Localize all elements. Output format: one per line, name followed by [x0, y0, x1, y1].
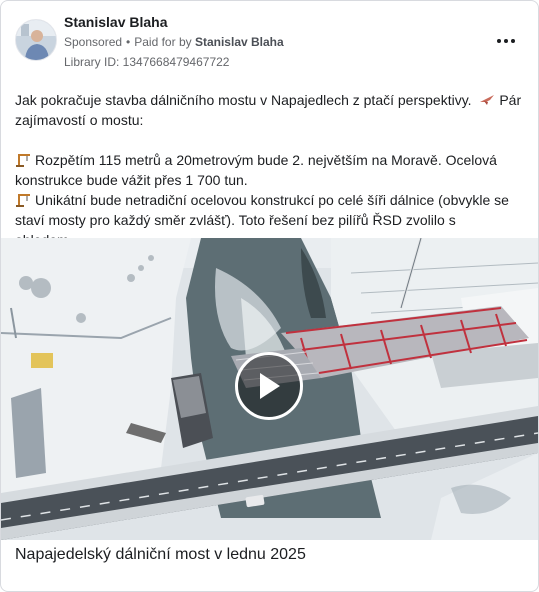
- play-button[interactable]: [235, 352, 303, 420]
- author-avatar[interactable]: [15, 19, 57, 61]
- sponsored-line: Sponsored • Paid for by Stanislav Blaha: [64, 35, 284, 49]
- video-caption[interactable]: Napajedelský dálniční most v lednu 2025: [15, 546, 306, 564]
- post-body: Jak pokračuje stavba dálničního mostu v …: [15, 90, 527, 250]
- construction-crane-emoji-icon: [16, 154, 30, 167]
- bird-emoji-icon: [480, 95, 495, 105]
- sponsored-label: Sponsored: [64, 35, 123, 49]
- paid-for-name: Stanislav Blaha: [194, 35, 284, 49]
- video-thumbnail[interactable]: [1, 238, 538, 540]
- fact-1-text: Rozpětím 115 metrů a 20metrovým bude 2. …: [15, 152, 497, 188]
- more-options-icon[interactable]: [492, 31, 520, 51]
- intro-text: Jak pokračuje stavba dálničního mostu v …: [15, 92, 472, 108]
- play-icon: [260, 373, 280, 399]
- paid-for-prefix: Paid for by: [134, 35, 192, 49]
- post-header: Stanislav Blaha Sponsored • Paid for by St…: [13, 11, 528, 71]
- author-name[interactable]: Stanislav Blaha: [64, 14, 168, 30]
- ad-post-card: Stanislav Blaha Sponsored • Paid for by St…: [0, 0, 539, 592]
- fact-1: Rozpětím 115 metrů a 20metrovým bude 2. …: [15, 150, 527, 190]
- intro-paragraph: Jak pokračuje stavba dálničního mostu v …: [15, 90, 527, 130]
- construction-crane-emoji-icon: [16, 194, 30, 207]
- library-id: Library ID: 1347668479467722: [64, 55, 230, 69]
- separator-dot: •: [126, 35, 131, 49]
